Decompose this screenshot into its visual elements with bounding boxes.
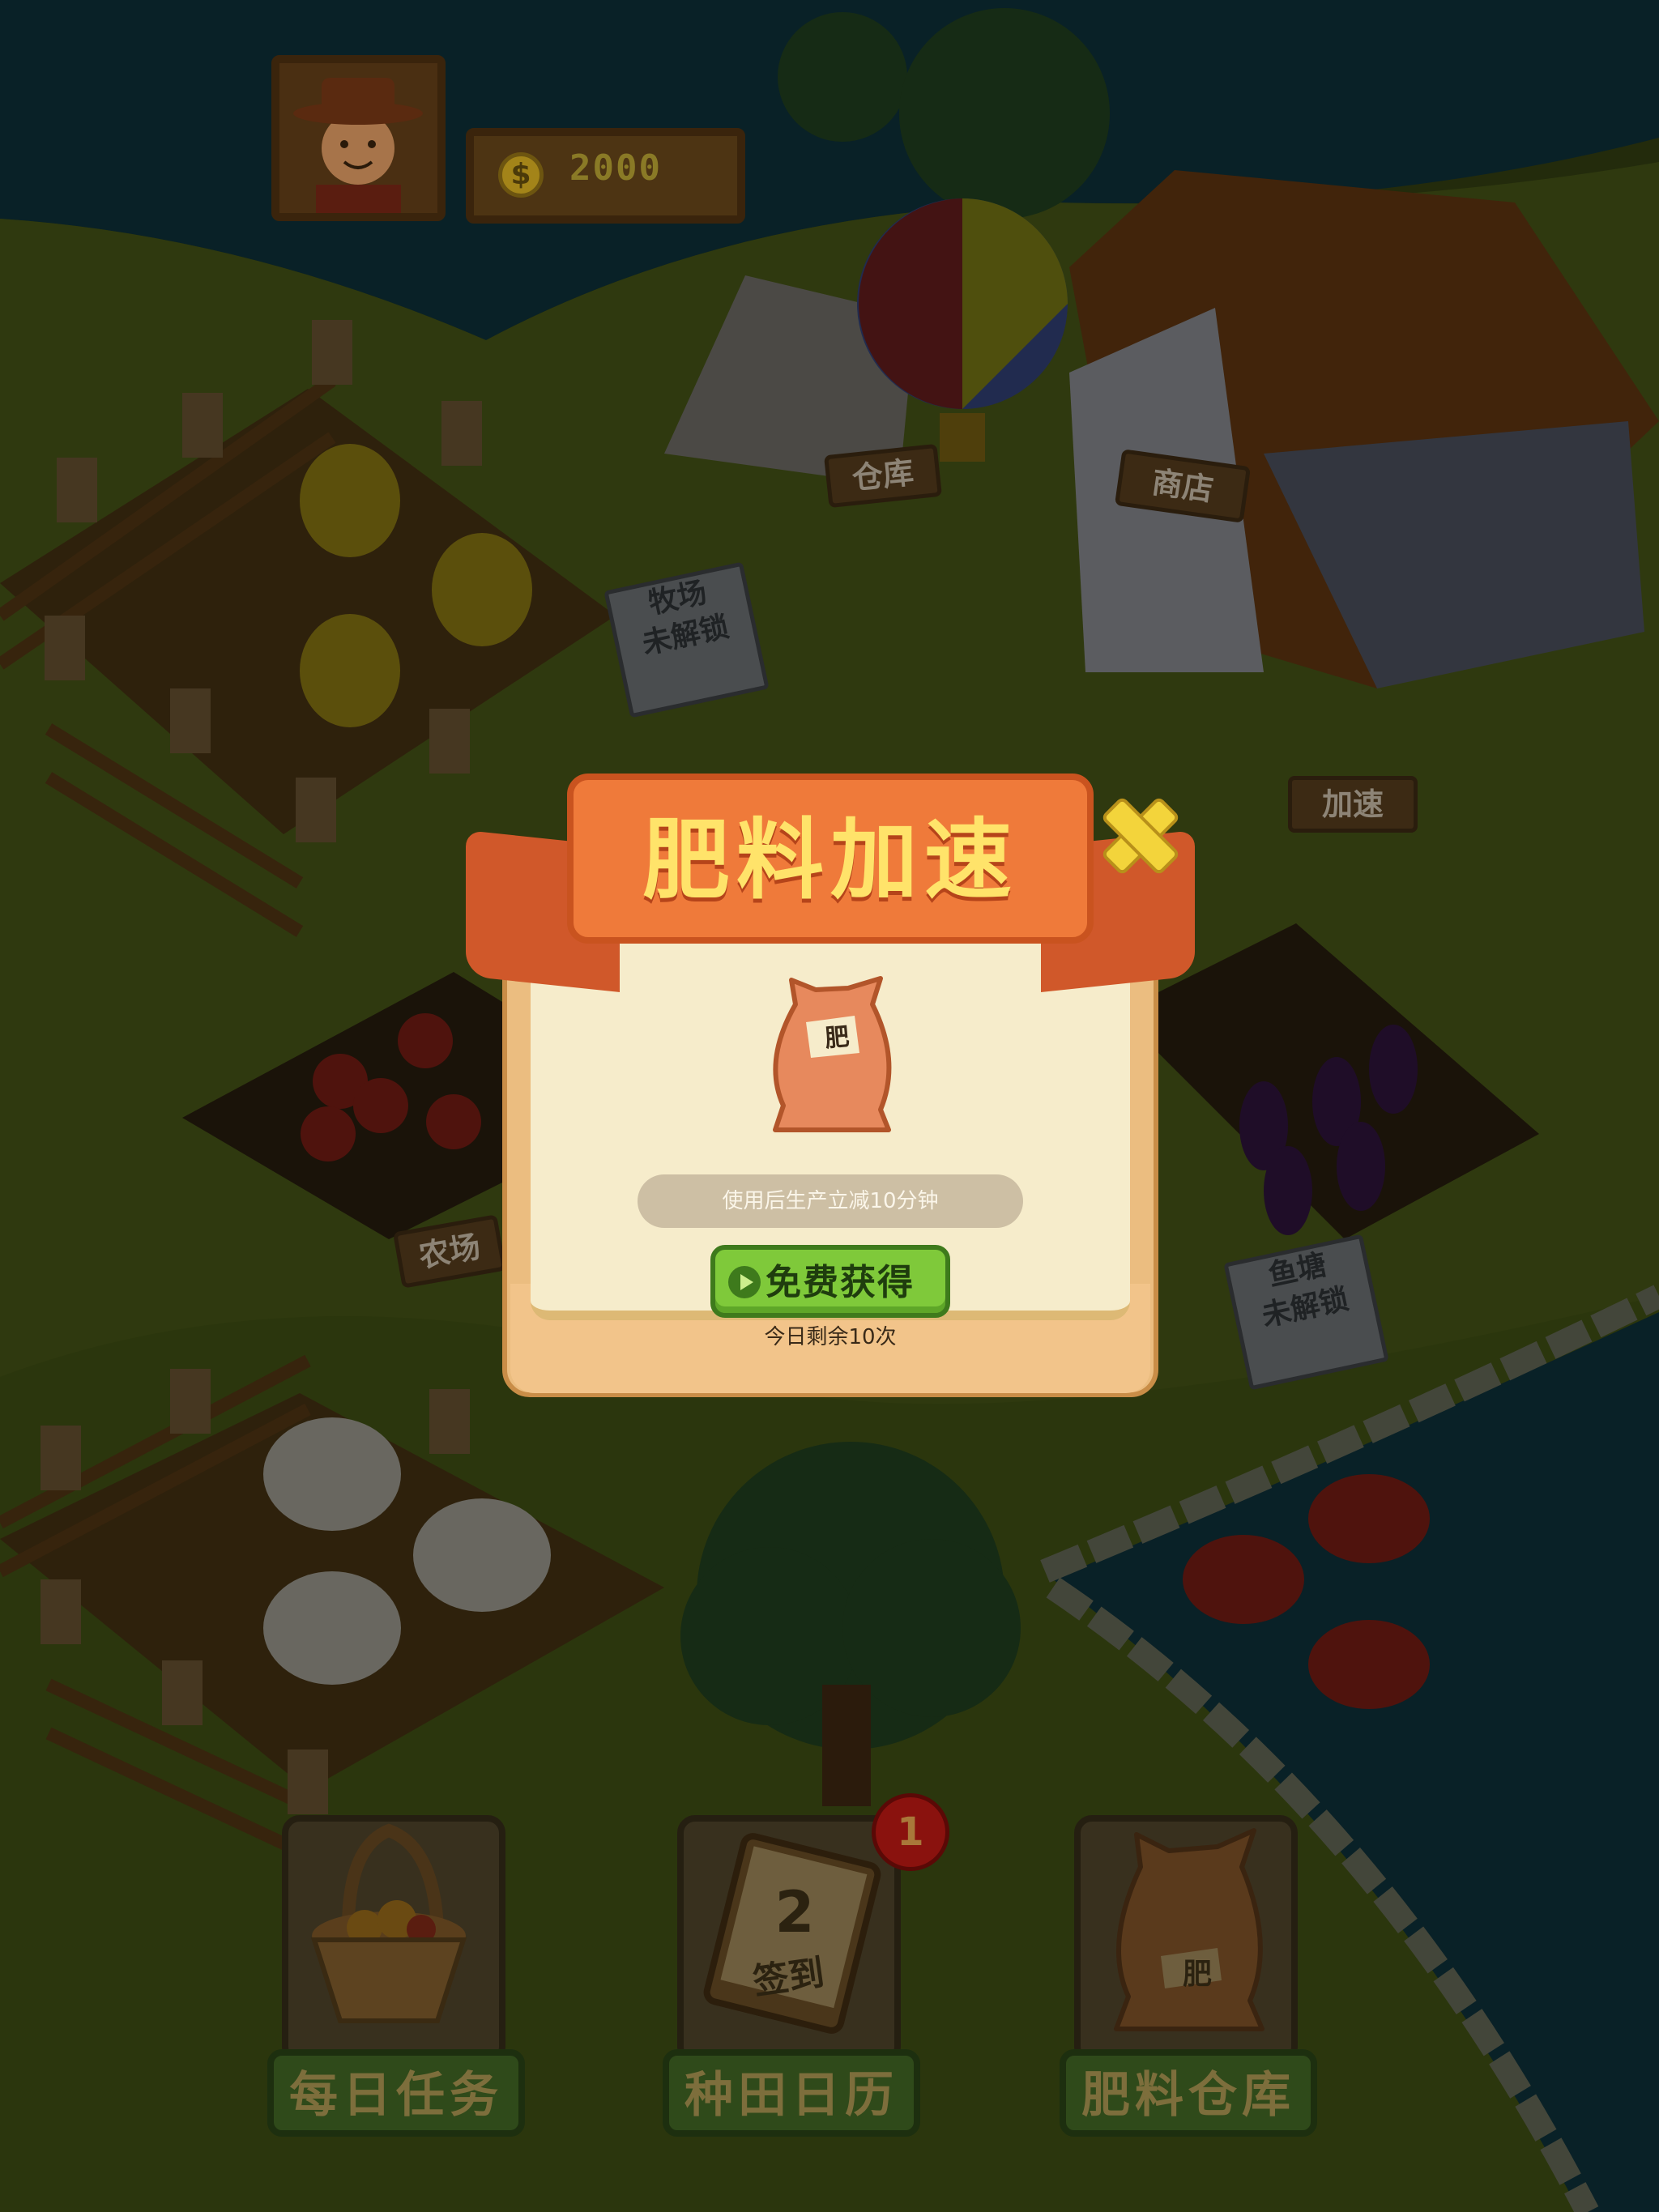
farming-calendar-button[interactable]: 2 签到 种田日历 (663, 1814, 922, 2138)
player-avatar[interactable] (271, 55, 446, 221)
calendar-day-number: 2 (774, 1879, 815, 1946)
fertilizer-bag-label: 肥 (823, 1022, 851, 1054)
fertilizer-bag-icon: 肥 (759, 972, 902, 1134)
dialog-title: 肥料加速 (642, 810, 1018, 911)
fertilizer-sack-icon (1114, 1828, 1265, 2031)
play-video-icon (728, 1266, 761, 1298)
basket-icon (310, 1823, 467, 2023)
coin-balance-panel: $ 2000 (466, 128, 745, 224)
fertilizer-warehouse-button[interactable]: 肥 肥料仓库 (1060, 1814, 1319, 2138)
close-icon[interactable] (1096, 791, 1185, 880)
speedup-sign[interactable]: 加速 (1288, 776, 1418, 833)
effect-description: 使用后生产立减10分钟 (638, 1174, 1023, 1228)
fertilizer-warehouse-label: 肥料仓库 (1060, 2049, 1317, 2137)
fertilizer-sack-label: 肥 (1182, 1958, 1212, 1991)
fertilizer-speedup-dialog: 肥料加速 肥 使用后生产立减10分钟 免费获得 今日剩余10次 (466, 757, 1195, 1454)
daily-tasks-label: 每日任务 (267, 2049, 525, 2137)
free-get-button[interactable]: 免费获得 (710, 1245, 950, 1318)
farming-calendar-label: 种田日历 (663, 2049, 920, 2137)
coin-amount: 2000 (569, 147, 662, 189)
notification-badge: 1 (872, 1793, 949, 1871)
free-get-label: 免费获得 (766, 1262, 915, 1303)
coin-icon: $ (498, 152, 544, 198)
farmer-avatar-icon (279, 63, 437, 213)
remaining-uses-text: 今日剩余10次 (764, 1325, 897, 1349)
daily-tasks-button[interactable]: 每日任务 (267, 1814, 527, 2138)
